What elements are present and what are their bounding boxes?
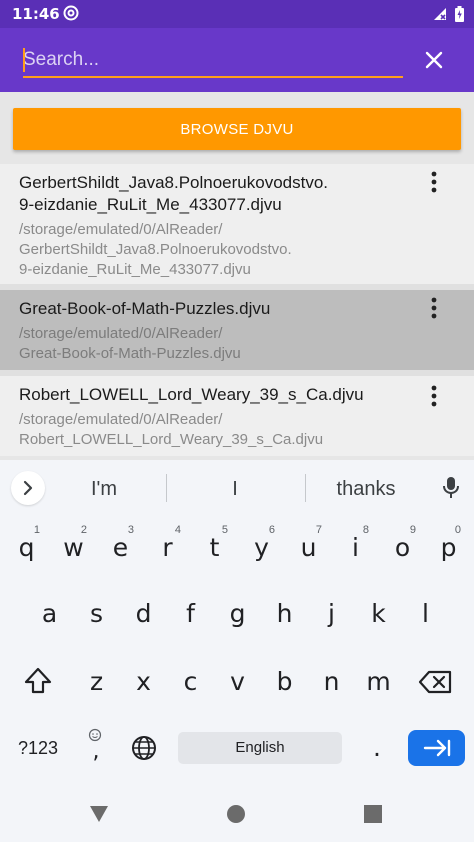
suggestion-divider [305,474,306,502]
file-list-item[interactable]: Robert_LOWELL_Lord_Weary_39_s_Ca.djvu /s… [0,376,474,456]
space-bar[interactable]: English [178,732,342,764]
suggestion-2[interactable]: I [185,478,285,501]
key-l[interactable]: l [402,588,449,640]
key-j[interactable]: j [308,588,355,640]
file-path: /storage/emulated/0/AlReader/ Great-Book… [19,324,419,364]
key-a[interactable]: a [26,588,73,640]
microphone-icon[interactable] [441,476,461,500]
more-options-icon[interactable] [424,384,444,408]
chevron-right-icon [23,480,33,496]
status-icons [433,6,464,22]
period-key[interactable]: . [357,722,397,774]
suggestion-divider [166,474,167,502]
key-c[interactable]: c [167,656,214,708]
file-list-item-selected[interactable]: Great-Book-of-Math-Puzzles.djvu /storage… [0,290,474,370]
key-f[interactable]: f [167,588,214,640]
key-w[interactable]: 2w [50,522,97,574]
shift-key[interactable] [12,656,64,708]
key-u[interactable]: 7u [285,522,332,574]
file-path: /storage/emulated/0/AlReader/ GerbertShi… [19,220,419,280]
signal-icon [434,8,446,20]
shift-icon [24,667,52,694]
enter-key[interactable] [408,730,465,766]
key-y[interactable]: 6y [238,522,285,574]
key-d[interactable]: d [120,588,167,640]
key-i[interactable]: 8i [332,522,379,574]
navigation-bar [0,784,474,842]
file-path-line: /storage/emulated/0/AlReader/ [19,411,223,428]
key-t[interactable]: 5t [191,522,238,574]
browse-djvu-button[interactable]: BROWSE DJVU [13,108,461,150]
file-path-line: GerbertShildt_Java8.Polnoerukovodstvo. [19,241,292,258]
more-options-icon[interactable] [424,170,444,194]
file-title: Great-Book-of-Math-Puzzles.djvu [19,299,271,318]
key-b[interactable]: b [261,656,308,708]
file-list-item[interactable]: GerbertShildt_Java8.Polnoerukovodstvo. 9… [0,164,474,284]
file-title: Robert_LOWELL_Lord_Weary_39_s_Ca.djvu [19,385,364,404]
comma-key[interactable]: , [74,722,118,774]
file-title: GerbertShildt_Java8.Polnoerukovodstvo. 9… [19,172,419,216]
globe-icon [132,736,156,760]
key-s[interactable]: s [73,588,120,640]
key-e[interactable]: 3e [97,522,144,574]
back-icon[interactable] [88,804,110,824]
suggestion-strip: I'm I thanks [0,460,474,514]
key-x[interactable]: x [120,656,167,708]
file-path-line: Robert_LOWELL_Lord_Weary_39_s_Ca.djvu [19,431,324,448]
notification-icon [63,5,79,21]
file-path: /storage/emulated/0/AlReader/ Robert_LOW… [19,410,419,450]
keyboard-menu-button[interactable] [11,471,45,505]
file-path-line: /storage/emulated/0/AlReader/ [19,325,223,342]
key-h[interactable]: h [261,588,308,640]
search-input[interactable] [23,48,403,78]
key-q[interactable]: 1q [3,522,50,574]
recents-icon[interactable] [364,805,382,823]
symbols-key[interactable]: ?123 [8,730,68,766]
emoji-icon [88,728,102,742]
key-v[interactable]: v [214,656,261,708]
file-path-line: 9-eizdanie_RuLit_Me_433077.djvu [19,261,251,278]
file-path-line: /storage/emulated/0/AlReader/ [19,221,223,238]
language-key[interactable] [124,722,164,774]
battery-icon [455,6,464,22]
status-time: 11:46 [12,5,60,23]
backspace-key[interactable] [408,656,464,708]
key-m[interactable]: m [355,656,402,708]
status-bar: 11:46 [0,0,474,28]
key-r[interactable]: 4r [144,522,191,574]
file-title-line: GerbertShildt_Java8.Polnoerukovodstvo. [19,173,329,192]
key-k[interactable]: k [355,588,402,640]
more-options-icon[interactable] [424,296,444,320]
key-z[interactable]: z [73,656,120,708]
browse-section: BROWSE DJVU [0,92,474,164]
key-o[interactable]: 9o [379,522,426,574]
key-n[interactable]: n [308,656,355,708]
backspace-icon [418,670,452,694]
close-icon[interactable] [418,44,450,76]
go-arrow-icon [423,739,451,757]
key-g[interactable]: g [214,588,261,640]
suggestion-3[interactable]: thanks [316,478,416,501]
file-title-line: 9-eizdanie_RuLit_Me_433077.djvu [19,195,282,214]
file-path-line: Great-Book-of-Math-Puzzles.djvu [19,345,241,362]
suggestion-1[interactable]: I'm [54,478,154,501]
text-cursor [23,48,25,72]
key-p[interactable]: 0p [426,522,471,574]
home-icon[interactable] [225,803,247,825]
search-app-bar [0,28,474,92]
